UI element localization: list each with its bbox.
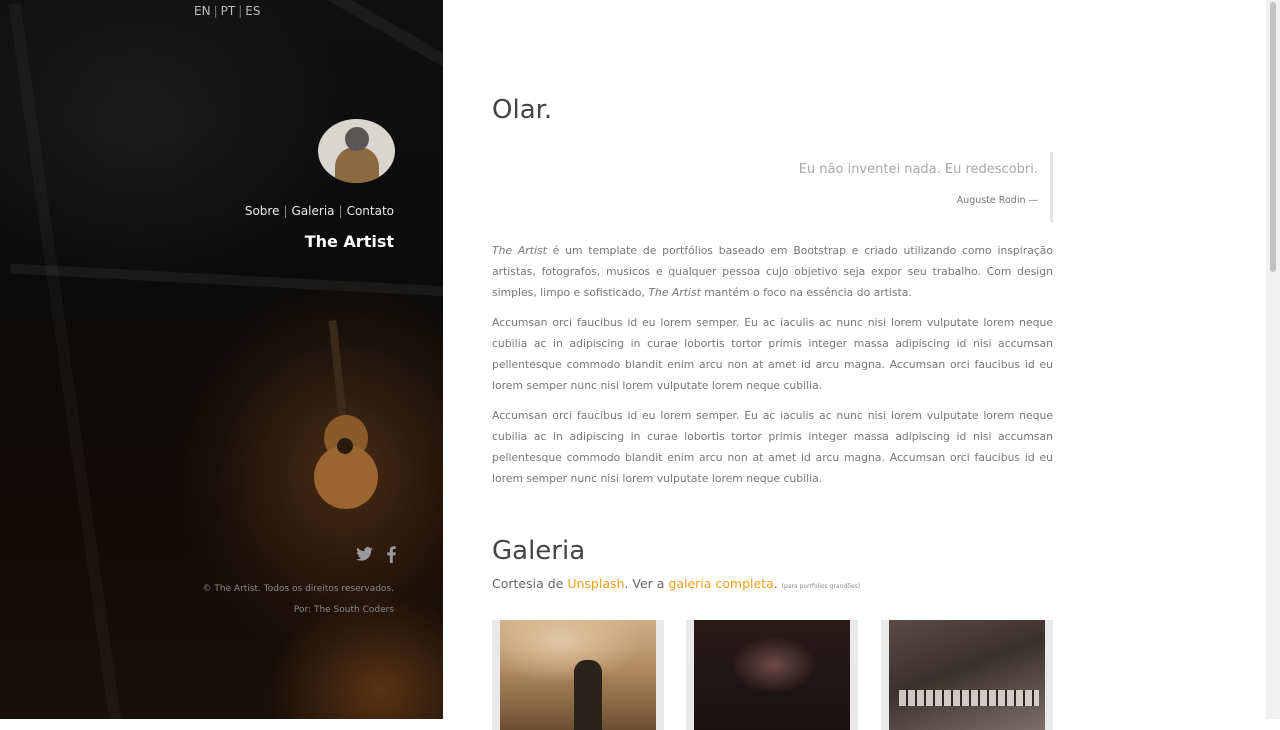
lang-es-link[interactable]: ES xyxy=(245,4,260,18)
twitter-icon[interactable] xyxy=(356,546,373,567)
page-title: Olar. xyxy=(492,95,553,125)
unsplash-link[interactable]: Unsplash xyxy=(567,576,624,591)
emphasis: The Artist xyxy=(648,286,701,299)
emphasis: The Artist xyxy=(492,244,547,257)
brand-name: The Artist xyxy=(304,232,394,251)
sidebar: EN | PT | ES Sobre | Galeria | Contato The Artis… xyxy=(0,0,443,719)
separator: | xyxy=(338,204,343,218)
gallery-thumbnail[interactable] xyxy=(492,620,664,730)
gallery-suffix: . xyxy=(773,576,778,591)
gallery-thumbnail[interactable] xyxy=(881,620,1053,730)
avatar xyxy=(318,119,395,183)
quote-source: Auguste Rodin — xyxy=(956,195,1038,206)
separator: | xyxy=(238,4,243,18)
page-scrollbar[interactable] xyxy=(1266,0,1280,719)
separator: | xyxy=(213,4,218,18)
credits-prefix: Por: xyxy=(293,605,314,615)
credits-link[interactable]: The South Coders xyxy=(314,605,394,615)
gallery-image xyxy=(500,620,656,730)
nav-contato-link[interactable]: Contato xyxy=(347,204,394,218)
gallery-image xyxy=(694,620,850,730)
gallery-subtitle: Cortesia de Unsplash. Ver a galeria comp… xyxy=(492,576,860,591)
body-paragraph: Accumsan orci faucibus id eu lorem sempe… xyxy=(492,409,1053,485)
gallery-note: (para portfolios grandões) xyxy=(781,583,861,590)
language-switcher: EN | PT | ES xyxy=(194,4,260,18)
gallery-title: Galeria xyxy=(492,536,586,566)
body-paragraph: Accumsan orci faucibus id eu lorem sempe… xyxy=(492,316,1053,392)
gallery-courtesy-text: Cortesia de xyxy=(492,576,568,591)
gallery-image xyxy=(889,620,1045,730)
background-beam xyxy=(9,3,124,719)
full-gallery-link[interactable]: galeria completa xyxy=(668,576,773,591)
lang-pt-link[interactable]: PT xyxy=(221,4,236,18)
guitar-illustration xyxy=(310,320,380,520)
credits-text: Por: The South Coders xyxy=(294,605,394,615)
facebook-icon[interactable] xyxy=(387,546,396,567)
gallery-thumbnail[interactable] xyxy=(686,620,858,730)
paragraph-text: mantém o foco na essência do artista. xyxy=(700,286,912,299)
main-nav: Sobre | Galeria | Contato xyxy=(245,204,394,218)
blockquote: Eu não inventei nada. Eu redescobri. Aug… xyxy=(492,152,1053,222)
quote-text: Eu não inventei nada. Eu redescobri. xyxy=(798,162,1038,177)
nav-sobre-link[interactable]: Sobre xyxy=(245,204,280,218)
background-beam xyxy=(10,263,443,297)
copyright-text: © The Artist. Todos os direitos reservad… xyxy=(202,584,394,594)
nav-galeria-link[interactable]: Galeria xyxy=(292,204,335,218)
lang-en-link[interactable]: EN xyxy=(194,4,211,18)
social-links xyxy=(356,546,396,567)
scrollbar-thumb[interactable] xyxy=(1270,2,1276,272)
intro-paragraph: The Artist é um template de portfólios b… xyxy=(492,240,1053,303)
gallery-see-text: . Ver a xyxy=(624,576,669,591)
separator: | xyxy=(283,204,288,218)
